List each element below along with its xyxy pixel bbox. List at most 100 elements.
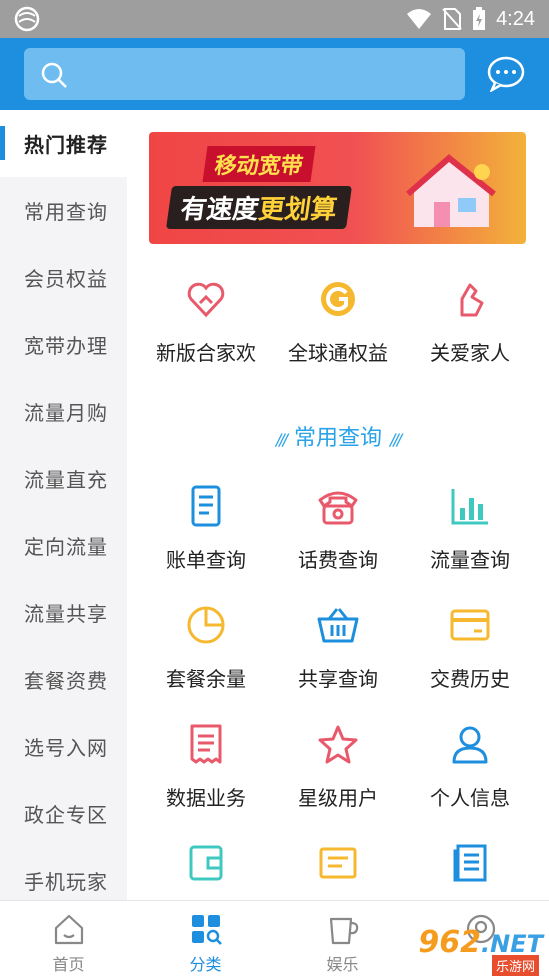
message-icon[interactable] [486, 56, 526, 92]
hot-item-care[interactable]: 关爱家人 [405, 275, 535, 366]
sidebar-item-member[interactable]: 会员权益 [0, 244, 127, 311]
cup-icon [329, 917, 358, 945]
hot-item-label: 全球通权益 [288, 341, 388, 365]
tab-label: 分类 [189, 955, 222, 974]
carrier-logo-icon [14, 6, 40, 32]
query-item-data-service[interactable]: 数据业务 [141, 720, 271, 811]
sidebar-item-label: 手机玩家 [24, 870, 108, 894]
watermark-logo: 962.NET 乐游网 [418, 925, 543, 976]
query-item-label: 话费查询 [298, 548, 378, 572]
watermark-sub: 乐游网 [491, 955, 539, 976]
section-deco-icon: /// [275, 430, 288, 449]
sidebar-item-label: 套餐资费 [24, 669, 108, 693]
no-sim-icon [442, 8, 462, 30]
section-title: /// 常用查询 /// [127, 420, 549, 452]
query-item-label: 套餐余量 [166, 667, 246, 691]
bill-icon [191, 485, 221, 527]
sidebar-item-label: 定向流量 [24, 535, 108, 559]
query-item-label: 个人信息 [430, 786, 510, 810]
sidebar-item-label: 政企专区 [24, 803, 108, 827]
list-doc-icon [453, 844, 487, 882]
sidebar-item-label: 流量共享 [24, 602, 108, 626]
star-icon [318, 725, 358, 764]
sidebar-item-phone-player[interactable]: 手机玩家 [0, 847, 127, 900]
query-item-star-user[interactable]: 星级用户 [273, 720, 403, 811]
status-bar: 4:24 [0, 0, 549, 38]
query-item-personal-info[interactable]: 个人信息 [405, 720, 535, 811]
hot-item-label: 关爱家人 [430, 341, 510, 365]
sidebar-item-label: 常用查询 [24, 200, 108, 224]
banner-subtitle: 有速度更划算 [165, 186, 353, 229]
heart-home-icon [187, 282, 225, 318]
person-icon [452, 726, 488, 764]
pie-chart-icon [187, 606, 225, 644]
globe-g-icon [321, 282, 355, 316]
query-item-plan-balance[interactable]: 套餐余量 [141, 601, 271, 692]
sidebar-item-enterprise[interactable]: 政企专区 [0, 780, 127, 847]
query-item-more-3[interactable] [405, 839, 535, 887]
banner-subtitle-a: 有速度 [178, 195, 261, 225]
sidebar-item-label: 热门推荐 [24, 133, 108, 157]
query-item-phone-fee[interactable]: 话费查询 [273, 482, 403, 573]
tab-entertainment[interactable]: 娱乐 [274, 901, 411, 977]
main-content: 移动宽带 有速度更划算 新版合家欢 全球通权益 关爱家人 /// 常用查询/// … [127, 110, 549, 900]
sidebar-item-label: 会员权益 [24, 267, 108, 291]
phone-icon [318, 491, 358, 525]
query-item-label: 数据业务 [166, 786, 246, 810]
query-item-payment-history[interactable]: 交费历史 [405, 601, 535, 692]
query-item-share[interactable]: 共享查询 [273, 601, 403, 692]
bottom-nav: 首页 分类 娱乐 962.NET 乐游网 [0, 900, 549, 976]
search-icon [41, 62, 67, 88]
query-item-more-1[interactable] [141, 839, 271, 887]
sidebar-item-label: 宽带办理 [24, 334, 108, 358]
home-icon [54, 914, 83, 945]
sidebar-item-label: 流量直充 [24, 468, 108, 492]
card-icon [450, 609, 490, 641]
query-item-bill[interactable]: 账单查询 [141, 482, 271, 573]
basket-icon [317, 608, 359, 643]
note-icon [319, 847, 357, 879]
sidebar-item-targeted-data[interactable]: 定向流量 [0, 512, 127, 579]
house-illustration-icon [406, 154, 496, 227]
sidebar-item-hot[interactable]: 热门推荐 [0, 110, 127, 177]
battery-icon [473, 7, 486, 30]
category-icon [191, 915, 222, 945]
query-item-label: 账单查询 [166, 548, 246, 572]
watermark-number: 962 [418, 925, 482, 960]
sidebar-item-label: 流量月购 [24, 401, 108, 425]
finger-heart-icon [460, 283, 484, 317]
wallet-icon [189, 845, 223, 881]
query-item-label: 流量查询 [430, 548, 510, 572]
query-item-label: 交费历史 [430, 667, 510, 691]
query-item-data[interactable]: 流量查询 [405, 482, 535, 573]
sidebar-item-number-select[interactable]: 选号入网 [0, 713, 127, 780]
hot-item-family[interactable]: 新版合家欢 [141, 275, 271, 366]
sidebar-item-common-query[interactable]: 常用查询 [0, 177, 127, 244]
app-header [0, 38, 549, 110]
banner-title: 移动宽带 [202, 146, 316, 182]
tab-label: 首页 [52, 955, 85, 974]
query-item-label: 星级用户 [298, 786, 378, 810]
banner-subtitle-b: 更划算 [256, 195, 339, 225]
hot-item-global[interactable]: 全球通权益 [273, 275, 403, 366]
watermark-net: .NET [481, 930, 543, 958]
document-icon [190, 724, 222, 764]
section-title-text: 常用查询 [293, 426, 382, 451]
clock: 4:24 [496, 7, 535, 30]
promo-banner[interactable]: 移动宽带 有速度更划算 [149, 132, 526, 244]
sidebar-item-data-recharge[interactable]: 流量直充 [0, 445, 127, 512]
wifi-icon [407, 9, 432, 29]
bar-chart-icon [451, 489, 488, 525]
tab-label: 娱乐 [326, 955, 359, 974]
sidebar-item-broadband[interactable]: 宽带办理 [0, 311, 127, 378]
query-item-more-2[interactable] [273, 839, 403, 887]
hot-item-label: 新版合家欢 [156, 341, 256, 365]
sidebar-item-plans[interactable]: 套餐资费 [0, 646, 127, 713]
sidebar-item-data-share[interactable]: 流量共享 [0, 579, 127, 646]
tab-category[interactable]: 分类 [137, 901, 274, 977]
section-deco-icon: /// [390, 430, 402, 449]
search-input[interactable] [24, 48, 465, 100]
tab-home[interactable]: 首页 [0, 901, 137, 977]
sidebar-item-monthly-data[interactable]: 流量月购 [0, 378, 127, 445]
query-item-label: 共享查询 [298, 667, 378, 691]
